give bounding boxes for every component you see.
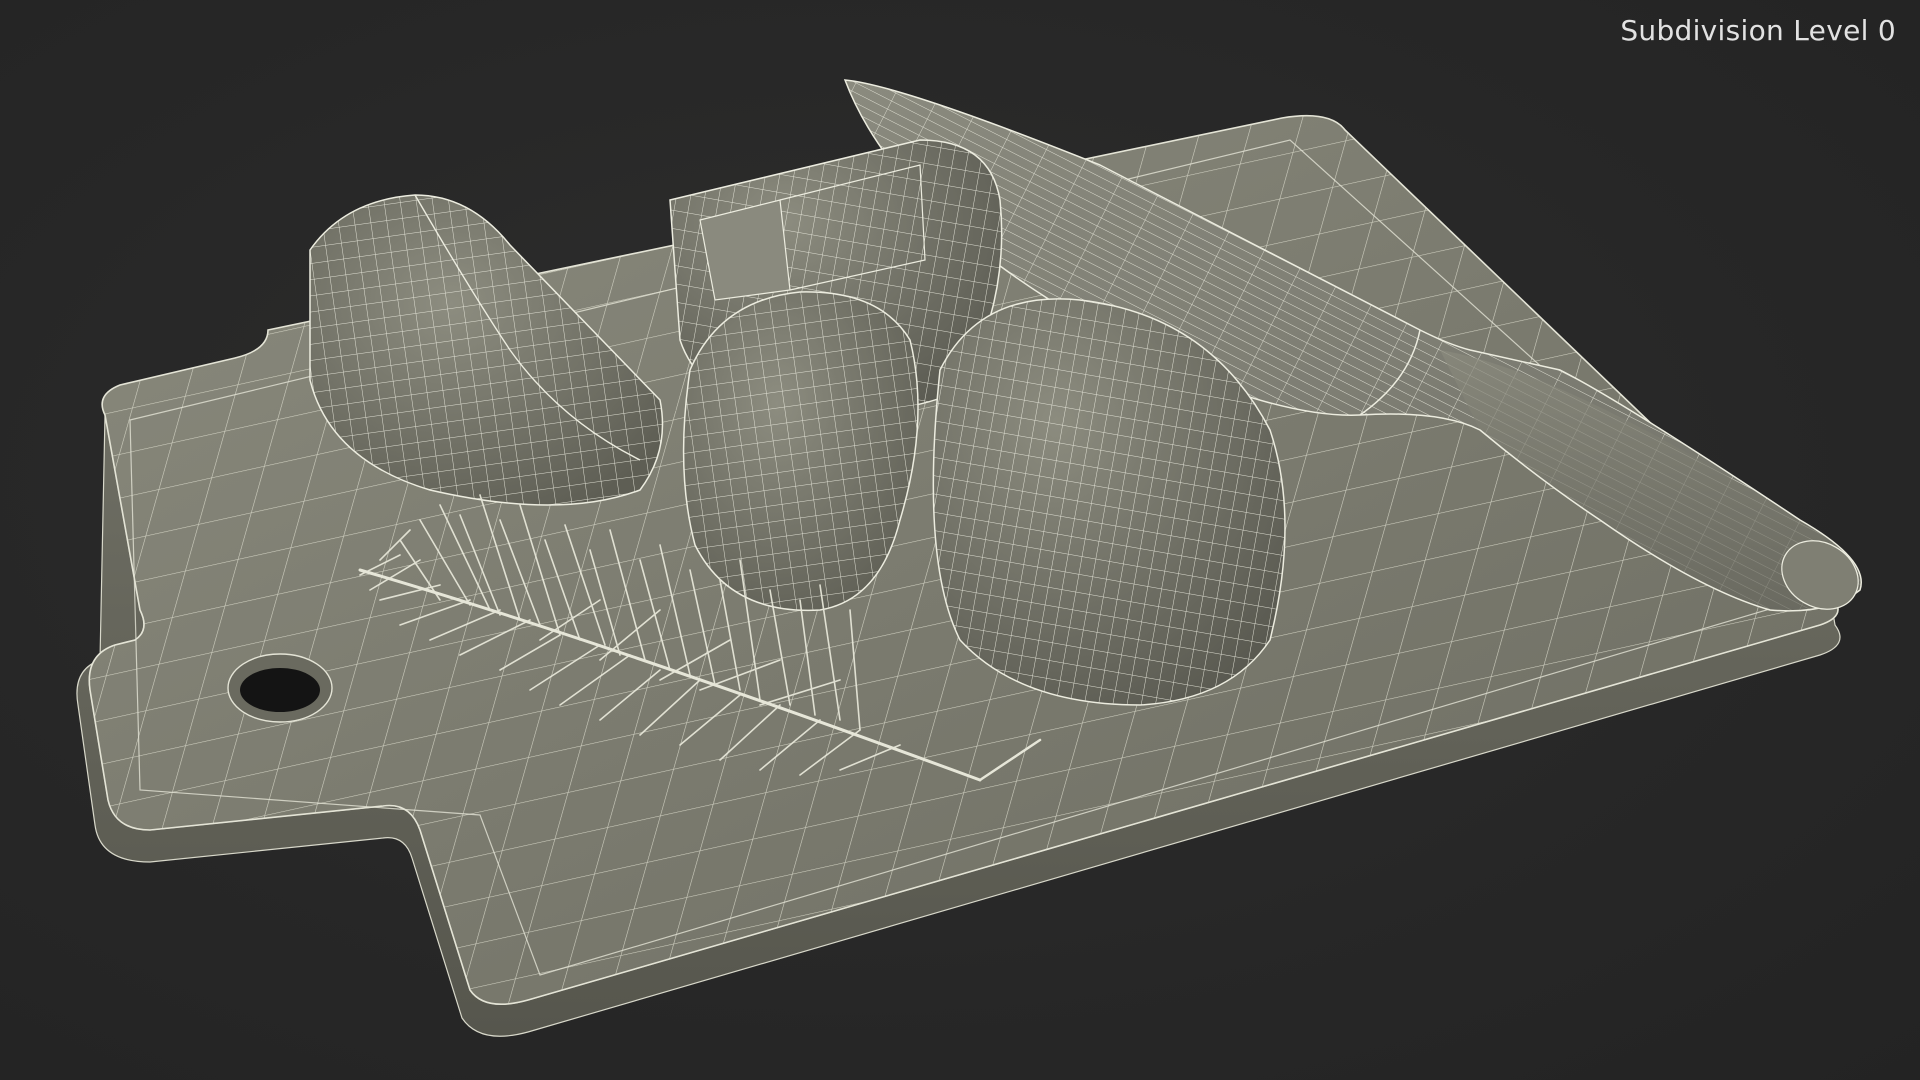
cutting-board-hole xyxy=(227,653,333,723)
3d-viewport[interactable]: Subdivision Level 0 xyxy=(0,0,1920,1080)
scene-render xyxy=(76,79,1862,1037)
subdivision-level-label: Subdivision Level 0 xyxy=(1620,14,1896,47)
